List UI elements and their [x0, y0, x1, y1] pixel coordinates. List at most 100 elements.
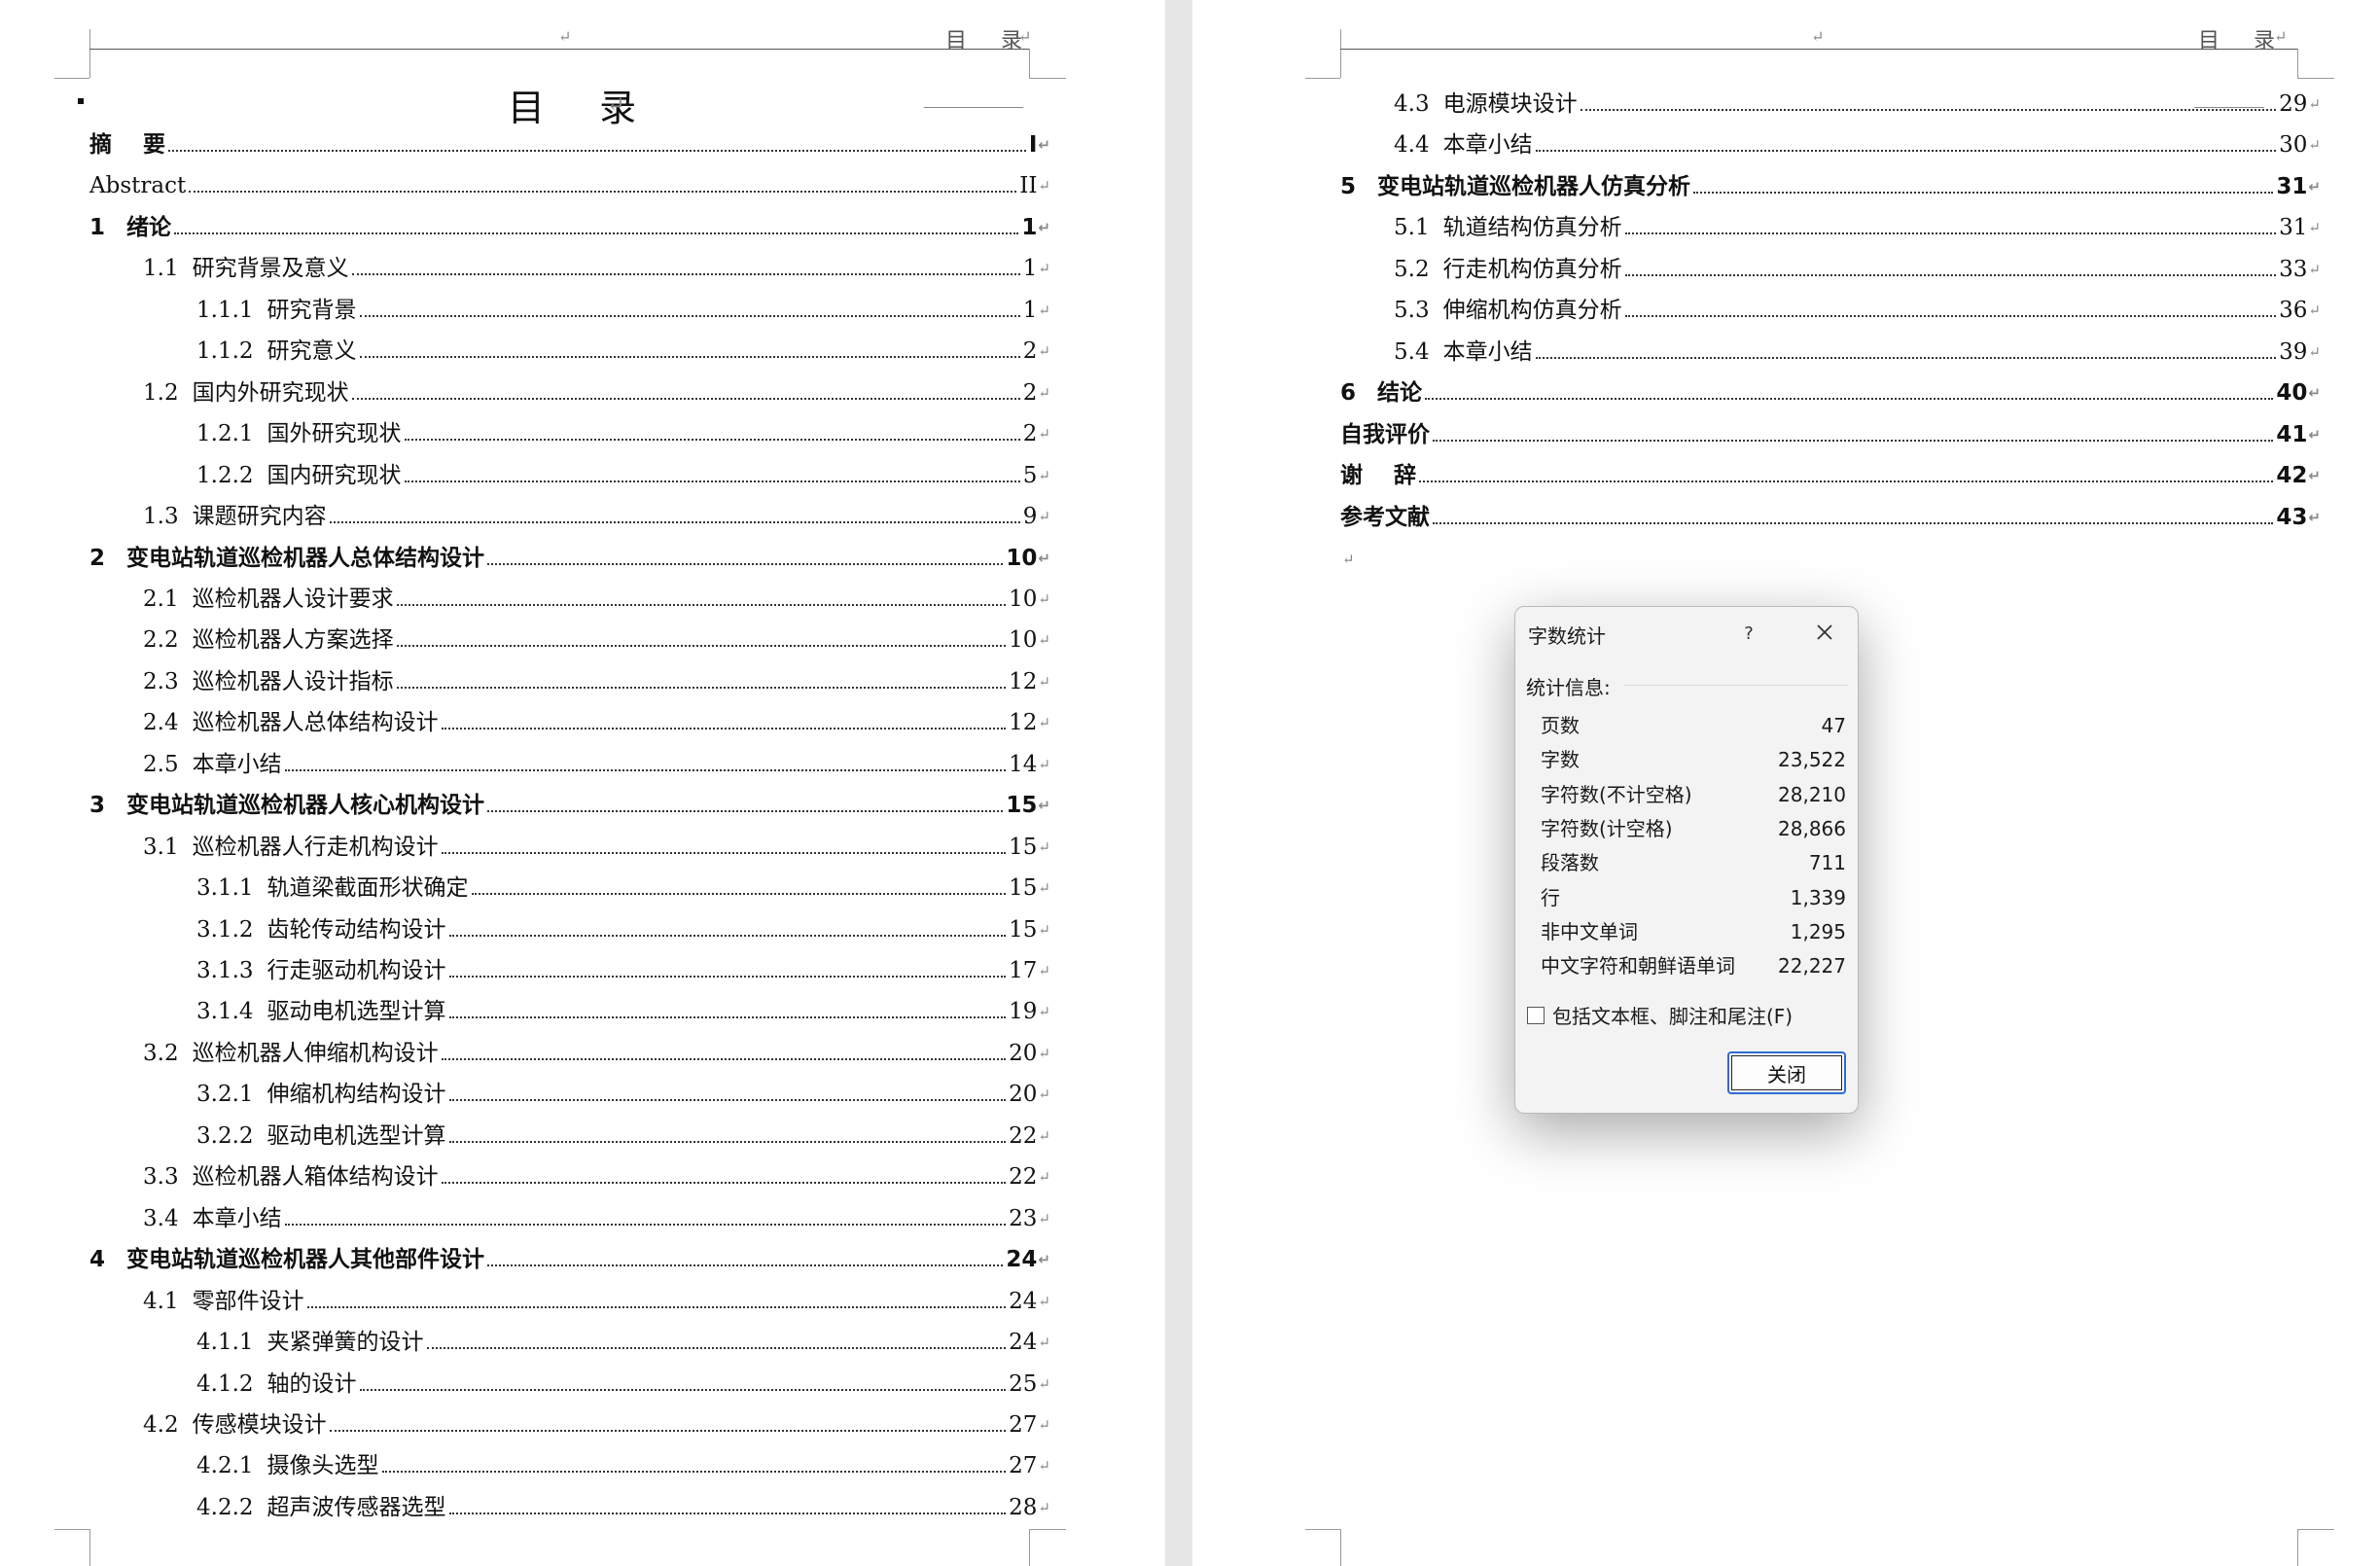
toc-dot-leader: [404, 480, 1020, 482]
toc-dot-leader: [426, 1347, 1007, 1350]
paragraph-mark: ↵: [1038, 1209, 1050, 1228]
paragraph-mark: ↵: [1038, 1044, 1050, 1062]
toc-entry-number: 3: [89, 793, 106, 819]
paragraph-mark: ↵: [1038, 466, 1050, 484]
toc-entry[interactable]: 5.4 本章小结 39 ↵: [1394, 338, 2321, 367]
toc-entry[interactable]: 1.1 研究背景及意义 1 ↵: [143, 254, 1050, 283]
toc-entry-page: 29: [2279, 91, 2308, 117]
toc-entry-title: 巡检机器人设计要求: [192, 586, 394, 612]
paragraph-mark: ↵: [1038, 260, 1050, 278]
paragraph-mark: ↵: [1038, 672, 1050, 691]
toc-dot-leader: [359, 356, 1020, 359]
toc-entry-page: 12: [1009, 668, 1038, 694]
toc-entry[interactable]: 参考文献 43 ↵: [1340, 503, 2321, 532]
paragraph-mark: ↵: [1038, 797, 1050, 815]
toc-entry[interactable]: 4.4 本章小结 30 ↵: [1394, 130, 2321, 160]
toc-entry[interactable]: 2.3 巡检机器人设计指标 12 ↵: [143, 667, 1050, 696]
toc-entry[interactable]: Abstract II ↵: [89, 171, 1050, 200]
stat-label: 段落数: [1541, 851, 1599, 875]
toc-entry[interactable]: 1.1.2 研究意义 2 ↵: [196, 337, 1050, 366]
toc-entry-number: 1.2.1: [196, 421, 254, 447]
page-corner-mark: [1305, 1529, 1341, 1566]
paragraph-bullet: [78, 98, 84, 104]
stat-value: 28,210: [1778, 782, 1846, 806]
paragraph-mark: ↵: [1038, 301, 1050, 319]
toc-entry[interactable]: 1.2 国内外研究现状 2 ↵: [143, 378, 1050, 408]
toc-dot-leader: [351, 397, 1020, 400]
toc-entry[interactable]: 4.2.2 超声波传感器选型 28 ↵: [196, 1493, 1050, 1522]
header-paragraph-mark: ↵: [1018, 27, 1032, 46]
toc-entry[interactable]: 6 结论 40 ↵: [1340, 378, 2321, 408]
toc-dot-leader: [441, 1182, 1007, 1185]
toc-entry-number: 5.4: [1394, 338, 1430, 365]
toc-entry[interactable]: 1 绪论 1 ↵: [89, 213, 1050, 242]
toc-dot-leader: [1624, 273, 2277, 276]
toc-entry-number: 3.2.2: [196, 1122, 254, 1149]
document-page-left[interactable]: ↵ 目 录 ↵ 目 录 ↵ 摘 要 I ↵ Abstract II ↵ 1 绪论 1 ↵ 1.1 研究…: [0, 0, 1165, 1566]
toc-entry-number: 4.1: [143, 1288, 179, 1314]
toc-entry-number: 1.1: [143, 256, 179, 282]
toc-entry[interactable]: 3.1.2 齿轮传动结构设计 15 ↵: [196, 915, 1050, 944]
toc-entry[interactable]: 2.5 本章小结 14 ↵: [143, 750, 1050, 779]
include-textboxes-checkbox[interactable]: 包括文本框、脚注和尾注(F): [1527, 1001, 1793, 1029]
paragraph-mark: ↵: [2308, 177, 2321, 196]
toc-entry[interactable]: 3.2.1 伸缩机构结构设计 20 ↵: [196, 1080, 1050, 1109]
toc-entry[interactable]: 3.2.2 驱动电机选型计算 22 ↵: [196, 1121, 1050, 1151]
dialog-close-button[interactable]: [1805, 615, 1844, 650]
toc-entry[interactable]: 4.3 电源模块设计 29 ↵: [1394, 89, 2321, 119]
toc-entry-number: 3.4: [143, 1205, 179, 1231]
toc-entry[interactable]: 4.2.1 摄像头选型 27 ↵: [196, 1451, 1050, 1480]
toc-entry[interactable]: 3.1 巡检机器人行走机构设计 15 ↵: [143, 833, 1050, 862]
toc-entry[interactable]: 4.2 传感模块设计 27 ↵: [143, 1410, 1050, 1440]
toc-entry[interactable]: 3.3 巡检机器人箱体结构设计 22 ↵: [143, 1162, 1050, 1192]
checkbox-box[interactable]: [1527, 1006, 1545, 1024]
toc-entry-page: 30: [2279, 132, 2308, 159]
toc-entry-page: 40: [2276, 380, 2308, 407]
toc-entry[interactable]: 1.1.1 研究背景 1 ↵: [196, 296, 1050, 325]
toc-entry[interactable]: 2.1 巡检机器人设计要求 10 ↵: [143, 585, 1050, 614]
toc-entry[interactable]: 2 变电站轨道巡检机器人总体结构设计 10 ↵: [89, 544, 1050, 573]
toc-entry[interactable]: 1.2.1 国外研究现状 2 ↵: [196, 419, 1050, 448]
toc-entry[interactable]: 3.2 巡检机器人伸缩机构设计 20 ↵: [143, 1039, 1050, 1068]
toc-dot-leader: [448, 1099, 1007, 1102]
toc-entry[interactable]: 4.1.2 轴的设计 25 ↵: [196, 1370, 1050, 1399]
toc-entry-page: 22: [1009, 1164, 1038, 1191]
toc-entry[interactable]: 自我评价 41 ↵: [1340, 420, 2321, 449]
toc-entry-number: 4.2.1: [196, 1453, 254, 1479]
toc-entry[interactable]: 3.1.3 行走驱动机构设计 17 ↵: [196, 956, 1050, 985]
close-icon: [1817, 624, 1832, 640]
toc-entry[interactable]: 1.2.2 国内研究现状 5 ↵: [196, 461, 1050, 490]
page-corner-mark: [1029, 1529, 1067, 1566]
toc-entry[interactable]: 5 变电站轨道巡检机器人仿真分析 31 ↵: [1340, 172, 2321, 201]
toc-entry[interactable]: 谢 辞 42 ↵: [1340, 461, 2321, 490]
toc-entry[interactable]: 4.1 零部件设计 24 ↵: [143, 1287, 1050, 1316]
toc-dot-leader: [396, 645, 1007, 648]
toc-entry-title: 摄像头选型: [266, 1453, 379, 1479]
toc-entry[interactable]: 3.1.1 轨道梁截面形状确定 15 ↵: [196, 873, 1050, 903]
paragraph-mark: ↵: [1038, 425, 1050, 444]
paragraph-mark: ↵: [1038, 218, 1050, 236]
toc-entry[interactable]: 2.2 巡检机器人方案选择 10 ↵: [143, 625, 1050, 655]
word-count-dialog[interactable]: 字数统计 ? 统计信息: 页数 47 字数 23,522 字符数(不计空格) 28,210…: [1514, 606, 1859, 1114]
toc-entry[interactable]: 3.4 本章小结 23 ↵: [143, 1204, 1050, 1233]
paragraph-mark: ↵: [2308, 219, 2321, 237]
help-button[interactable]: ?: [1731, 617, 1766, 650]
toc-entry[interactable]: 3.1.4 驱动电机选型计算 19 ↵: [196, 997, 1050, 1026]
paragraph-mark: ↵: [1038, 1498, 1050, 1516]
close-button[interactable]: 关闭: [1727, 1051, 1846, 1094]
header-paragraph-mark: ↵: [1811, 27, 1825, 46]
toc-entry[interactable]: 摘 要 I ↵: [89, 130, 1050, 160]
toc-entry[interactable]: 1.3 课题研究内容 9 ↵: [143, 502, 1050, 531]
toc-entry-title: 课题研究内容: [192, 504, 327, 530]
toc-entry[interactable]: 4.1.1 夹紧弹簧的设计 24 ↵: [196, 1328, 1050, 1357]
toc-entry[interactable]: 5.1 轨道结构仿真分析 31 ↵: [1394, 213, 2321, 242]
toc-entry[interactable]: 4 变电站轨道巡检机器人其他部件设计 24 ↵: [89, 1245, 1050, 1274]
toc-entry[interactable]: 5.2 行走机构仿真分析 33 ↵: [1394, 255, 2321, 284]
toc-entry[interactable]: 3 变电站轨道巡检机器人核心机构设计 15 ↵: [89, 791, 1050, 820]
toc-entry[interactable]: 2.4 巡检机器人总体结构设计 12 ↵: [143, 708, 1050, 737]
toc-entry-number: 2.1: [143, 586, 179, 612]
toc-entry[interactable]: 5.3 伸缩机构仿真分析 36 ↵: [1394, 296, 2321, 325]
dialog-title: 字数统计: [1528, 624, 1606, 648]
toc-entry-page: 25: [1009, 1370, 1038, 1397]
toc-entry-number: 2.2: [143, 627, 179, 654]
